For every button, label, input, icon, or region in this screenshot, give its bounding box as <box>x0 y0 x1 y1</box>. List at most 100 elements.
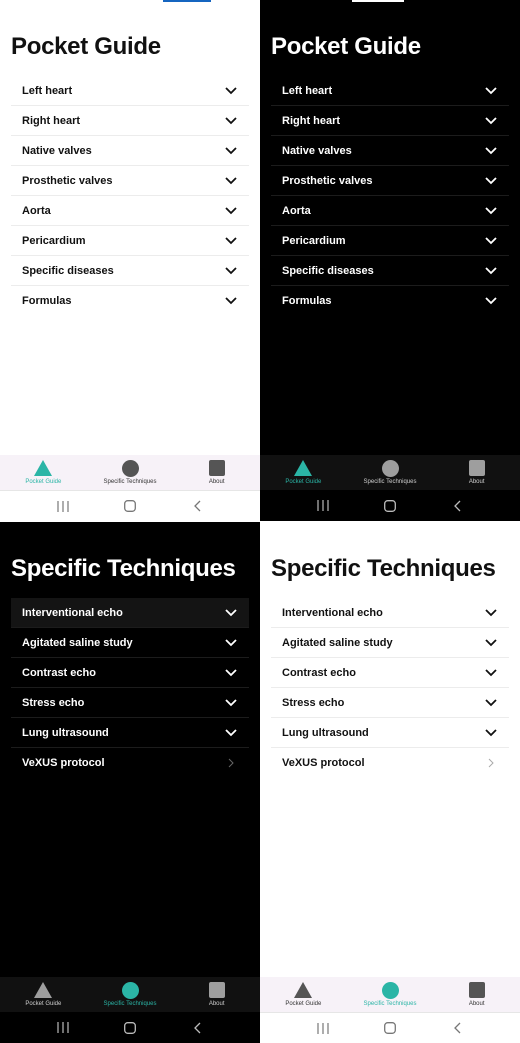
list-item-label: Right heart <box>22 114 81 127</box>
back-icon[interactable] <box>447 499 467 513</box>
specific-techniques-dark-screen: Specific Techniques Interventional echo … <box>0 522 260 1043</box>
specific-techniques-light-screen: Specific Techniques Interventional echo … <box>260 522 520 1043</box>
specific-techniques-list: Interventional echo Agitated saline stud… <box>271 598 509 778</box>
tab-pocket-guide[interactable]: Pocket Guide <box>260 455 347 490</box>
tab-pocket-guide[interactable]: Pocket Guide <box>0 977 87 1012</box>
tab-specific-techniques[interactable]: Specific Techniques <box>347 455 434 490</box>
tab-about[interactable]: About <box>433 455 520 490</box>
pocket-guide-dark-screen: Pocket Guide Left heart Right heart Nati… <box>260 0 520 521</box>
list-item-specific-diseases[interactable]: Specific diseases <box>11 256 249 286</box>
tab-about[interactable]: About <box>173 977 260 1012</box>
chevron-down-icon <box>484 726 498 740</box>
list-item-prosthetic-valves[interactable]: Prosthetic valves <box>11 166 249 196</box>
list-item-aorta[interactable]: Aorta <box>271 196 509 226</box>
tab-label: About <box>208 1001 225 1007</box>
chevron-down-icon <box>224 264 238 278</box>
list-item-label: Contrast echo <box>282 666 356 679</box>
list-item-agitated-saline-study[interactable]: Agitated saline study <box>271 628 509 658</box>
list-item-stress-echo[interactable]: Stress echo <box>11 688 249 718</box>
list-item-label: Stress echo <box>22 696 85 709</box>
triangle-icon <box>294 981 313 999</box>
list-item-interventional-echo[interactable]: Interventional echo <box>11 598 249 628</box>
bottom-tab-bar: Pocket Guide Specific Techniques About <box>260 455 520 490</box>
list-item-label: Aorta <box>22 204 51 217</box>
list-item-label: Contrast echo <box>22 666 96 679</box>
back-icon[interactable] <box>187 1021 207 1035</box>
list-item-label: Specific diseases <box>22 264 114 277</box>
list-item-label: Stress echo <box>282 696 345 709</box>
home-icon[interactable] <box>120 1021 140 1035</box>
pocket-guide-list: Left heart Right heart Native valves Pro… <box>11 76 249 316</box>
list-item-right-heart[interactable]: Right heart <box>271 106 509 136</box>
tab-pocket-guide[interactable]: Pocket Guide <box>260 977 347 1012</box>
bottom-tab-bar: Pocket Guide Specific Techniques About <box>0 455 260 490</box>
back-icon[interactable] <box>187 499 207 513</box>
square-icon <box>468 981 486 999</box>
list-item-prosthetic-valves[interactable]: Prosthetic valves <box>271 166 509 196</box>
tab-label: Pocket Guide <box>25 1001 62 1007</box>
chevron-down-icon <box>484 606 498 620</box>
list-item-interventional-echo[interactable]: Interventional echo <box>271 598 509 628</box>
page-title: Specific Techniques <box>11 555 236 582</box>
recent-apps-icon[interactable] <box>313 1021 333 1035</box>
tab-specific-techniques[interactable]: Specific Techniques <box>87 455 174 490</box>
home-icon[interactable] <box>380 499 400 513</box>
recent-apps-icon[interactable] <box>53 499 73 513</box>
pocket-guide-list: Left heart Right heart Native valves Pro… <box>271 76 509 316</box>
tab-specific-techniques[interactable]: Specific Techniques <box>347 977 434 1012</box>
chevron-down-icon <box>224 84 238 98</box>
tab-label: Specific Techniques <box>103 479 157 485</box>
list-item-left-heart[interactable]: Left heart <box>271 76 509 106</box>
page-title: Specific Techniques <box>271 555 496 582</box>
list-item-native-valves[interactable]: Native valves <box>11 136 249 166</box>
tab-about[interactable]: About <box>173 455 260 490</box>
list-item-label: Prosthetic valves <box>22 174 113 187</box>
list-item-agitated-saline-study[interactable]: Agitated saline study <box>11 628 249 658</box>
list-item-left-heart[interactable]: Left heart <box>11 76 249 106</box>
tab-pocket-guide[interactable]: Pocket Guide <box>0 455 87 490</box>
chevron-down-icon <box>224 114 238 128</box>
chevron-down-icon <box>484 234 498 248</box>
list-item-specific-diseases[interactable]: Specific diseases <box>271 256 509 286</box>
list-item-native-valves[interactable]: Native valves <box>271 136 509 166</box>
list-item-vexus-protocol[interactable]: VeXUS protocol <box>271 748 509 778</box>
list-item-pericardium[interactable]: Pericardium <box>271 226 509 256</box>
list-item-lung-ultrasound[interactable]: Lung ultrasound <box>11 718 249 748</box>
screenshot-grid: Pocket Guide Left heart Right heart Nati… <box>0 0 520 1043</box>
chevron-down-icon <box>484 666 498 680</box>
bottom-tab-bar: Pocket Guide Specific Techniques About <box>260 977 520 1012</box>
chevron-down-icon <box>224 606 238 620</box>
list-item-right-heart[interactable]: Right heart <box>11 106 249 136</box>
list-item-contrast-echo[interactable]: Contrast echo <box>271 658 509 688</box>
recent-apps-icon[interactable] <box>53 1021 73 1035</box>
list-item-label: Native valves <box>22 144 92 157</box>
chevron-down-icon <box>484 174 498 188</box>
recent-apps-icon[interactable] <box>313 499 333 513</box>
list-item-label: Lung ultrasound <box>282 726 369 739</box>
list-item-label: Agitated saline study <box>22 636 133 649</box>
list-item-contrast-echo[interactable]: Contrast echo <box>11 658 249 688</box>
list-item-lung-ultrasound[interactable]: Lung ultrasound <box>271 718 509 748</box>
status-indicator <box>163 0 211 2</box>
list-item-formulas[interactable]: Formulas <box>11 286 249 316</box>
list-item-label: Right heart <box>282 114 341 127</box>
list-item-aorta[interactable]: Aorta <box>11 196 249 226</box>
list-item-label: Native valves <box>282 144 352 157</box>
list-item-formulas[interactable]: Formulas <box>271 286 509 316</box>
back-icon[interactable] <box>447 1021 467 1035</box>
system-nav-bar <box>260 1012 520 1043</box>
home-icon[interactable] <box>120 499 140 513</box>
list-item-pericardium[interactable]: Pericardium <box>11 226 249 256</box>
list-item-vexus-protocol[interactable]: VeXUS protocol <box>11 748 249 778</box>
list-item-stress-echo[interactable]: Stress echo <box>271 688 509 718</box>
home-icon[interactable] <box>380 1021 400 1035</box>
status-indicator <box>352 0 404 2</box>
chevron-down-icon <box>484 204 498 218</box>
triangle-icon <box>34 459 53 477</box>
chevron-down-icon <box>224 174 238 188</box>
tab-about[interactable]: About <box>433 977 520 1012</box>
tab-label: Specific Techniques <box>363 1001 417 1007</box>
system-nav-bar <box>0 490 260 521</box>
tab-specific-techniques[interactable]: Specific Techniques <box>87 977 174 1012</box>
circle-icon <box>381 459 399 477</box>
